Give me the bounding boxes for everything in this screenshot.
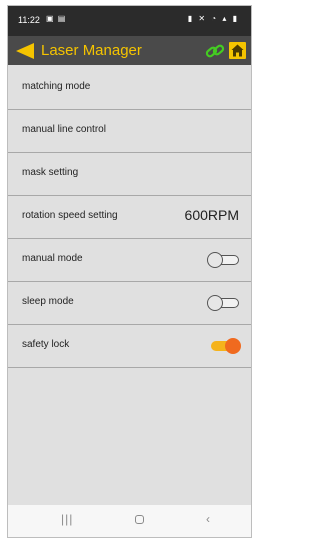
setting-label: matching mode bbox=[22, 81, 91, 92]
status-time: 11:22 bbox=[18, 15, 40, 25]
setting-safety-lock: safety lock bbox=[8, 325, 251, 368]
status-bar: 11:22 ▣ ▤ ▮ ✕ ◔ ▴ ▮ bbox=[8, 6, 251, 36]
app-bar: Laser Manager bbox=[8, 36, 251, 65]
setting-label: sleep mode bbox=[22, 296, 74, 307]
home-icon bbox=[231, 44, 244, 57]
nav-home-icon[interactable] bbox=[135, 515, 144, 524]
app-title: Laser Manager bbox=[41, 42, 142, 59]
setting-label: manual mode bbox=[22, 253, 83, 264]
system-status-icons: ▮ ✕ ◔ ▴ ▮ bbox=[187, 14, 239, 23]
phone-screen: 11:22 ▣ ▤ ▮ ✕ ◔ ▴ ▮ Laser Manager matchi… bbox=[7, 5, 252, 538]
back-arrow-icon[interactable] bbox=[14, 42, 36, 60]
recents-icon[interactable]: ||| bbox=[61, 512, 73, 526]
setting-label: mask setting bbox=[22, 167, 79, 178]
safety-lock-toggle[interactable] bbox=[207, 338, 241, 354]
toggle-thumb bbox=[207, 295, 223, 311]
toggle-thumb bbox=[207, 252, 223, 268]
setting-manual-line-control[interactable]: manual line control bbox=[8, 110, 251, 153]
home-button[interactable] bbox=[229, 42, 246, 59]
rotation-speed-value: 600RPM bbox=[184, 207, 239, 223]
link-icon[interactable] bbox=[205, 42, 225, 60]
toggle-thumb bbox=[225, 338, 241, 354]
settings-list: matching mode manual line control mask s… bbox=[8, 67, 251, 368]
setting-rotation-speed[interactable]: rotation speed setting 600RPM bbox=[8, 196, 251, 239]
setting-label: rotation speed setting bbox=[22, 210, 118, 221]
setting-sleep-mode: sleep mode bbox=[8, 282, 251, 325]
setting-label: manual line control bbox=[22, 124, 106, 135]
sleep-mode-toggle[interactable] bbox=[207, 295, 241, 311]
system-nav-bar: ||| ‹ bbox=[8, 505, 251, 537]
setting-matching-mode[interactable]: matching mode bbox=[8, 67, 251, 110]
manual-mode-toggle[interactable] bbox=[207, 252, 241, 268]
notification-icons: ▣ ▤ bbox=[46, 14, 67, 23]
nav-back-icon[interactable]: ‹ bbox=[206, 512, 210, 526]
setting-mask-setting[interactable]: mask setting bbox=[8, 153, 251, 196]
setting-manual-mode: manual mode bbox=[8, 239, 251, 282]
setting-label: safety lock bbox=[22, 339, 70, 350]
